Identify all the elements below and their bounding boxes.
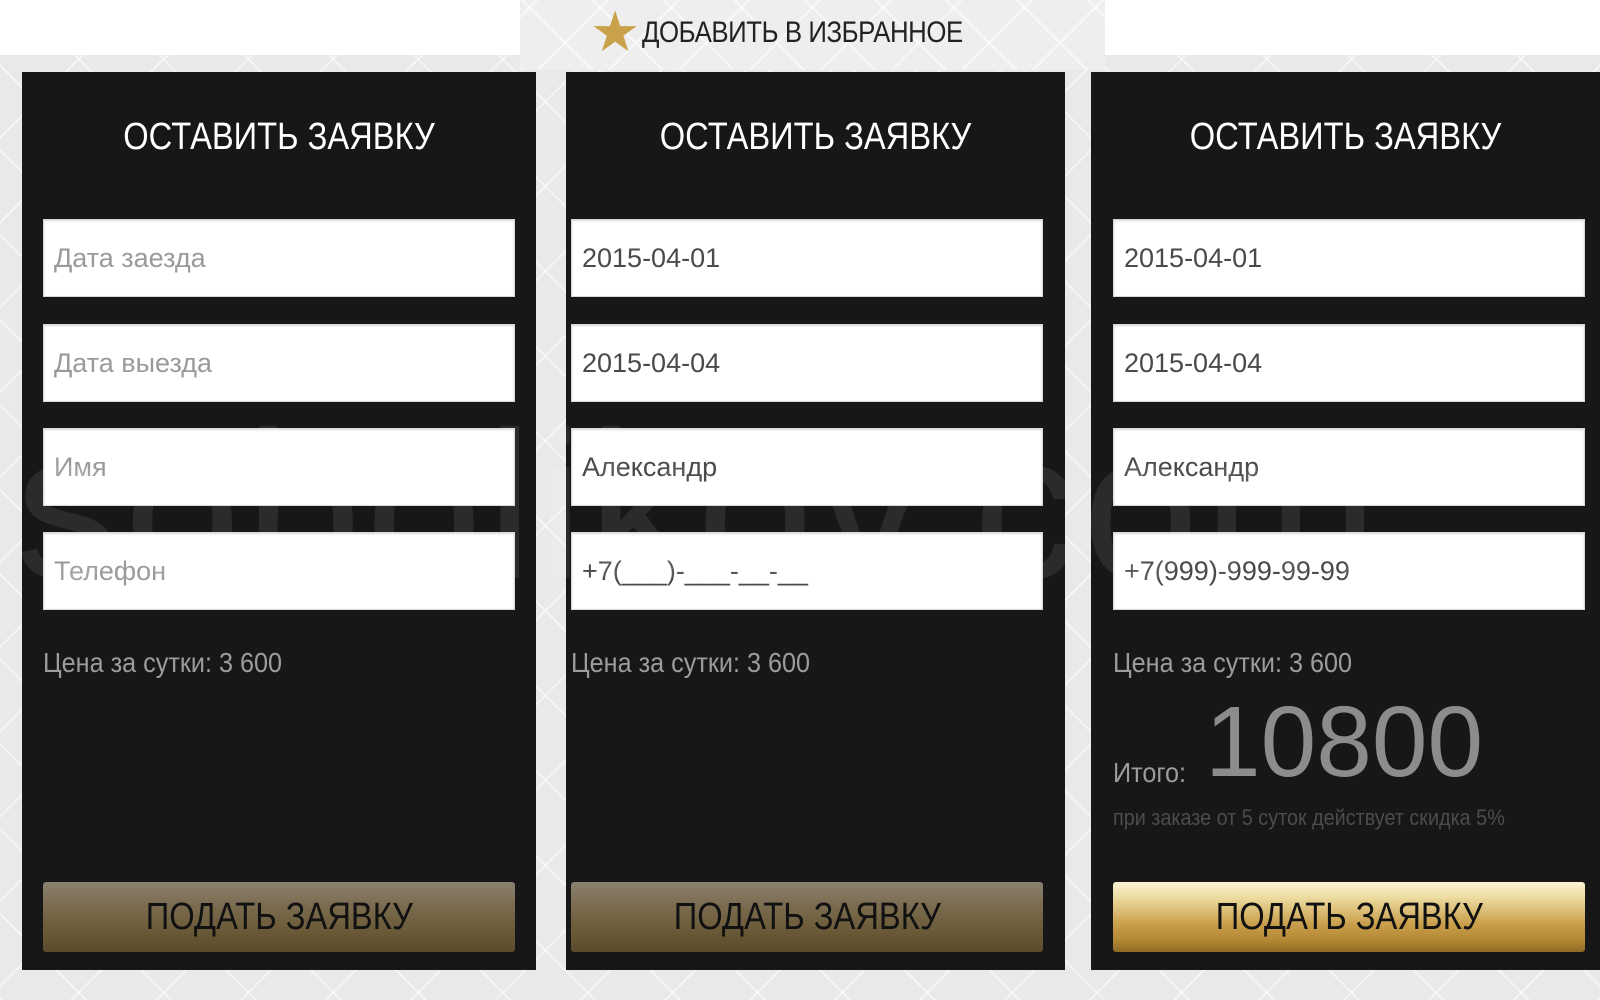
name-field[interactable]: Александр — [571, 428, 1043, 506]
add-to-favorites-link[interactable]: ★ ДОБАВИТЬ В ИЗБРАННОЕ — [590, 4, 1015, 62]
submit-label: ПОДАТЬ ЗАЯВКУ — [145, 895, 413, 938]
phone-field[interactable]: +7(999)-999-99-99 — [1113, 532, 1585, 610]
booking-form-empty: ОСТАВИТЬ ЗАЯВКУ Дата заезда Дата выезда … — [22, 72, 536, 970]
total-label: Итого: — [1113, 757, 1187, 788]
checkin-date-field[interactable]: 2015-04-01 — [571, 219, 1043, 297]
top-strip-left — [0, 0, 520, 55]
phone-field[interactable]: Телефон — [43, 532, 515, 610]
price-per-day: Цена за сутки: 3 600 — [571, 647, 811, 678]
booking-form-complete: ОСТАВИТЬ ЗАЯВКУ 2015-04-01 2015-04-04 Ал… — [1091, 72, 1600, 970]
checkout-date-field[interactable]: 2015-04-04 — [1113, 324, 1585, 402]
checkin-date-field[interactable]: 2015-04-01 — [1113, 219, 1585, 297]
form-title: ОСТАВИТЬ ЗАЯВКУ — [1189, 116, 1502, 158]
submit-request-button[interactable]: ПОДАТЬ ЗАЯВКУ — [43, 882, 515, 952]
submit-label: ПОДАТЬ ЗАЯВКУ — [673, 895, 941, 938]
total-value: 10800 — [1205, 686, 1484, 798]
discount-note: при заказе от 5 суток действует скидка 5… — [1113, 805, 1505, 830]
form-title: ОСТАВИТЬ ЗАЯВКУ — [123, 116, 435, 158]
top-strip-right — [1105, 0, 1600, 55]
checkout-date-field[interactable]: 2015-04-04 — [571, 324, 1043, 402]
add-to-favorites-label: ДОБАВИТЬ В ИЗБРАННОЕ — [642, 16, 963, 49]
submit-request-button[interactable]: ПОДАТЬ ЗАЯВКУ — [1113, 882, 1585, 952]
phone-field[interactable]: +7(___)-___-__-__ — [571, 532, 1043, 610]
form-title: ОСТАВИТЬ ЗАЯВКУ — [659, 116, 972, 158]
checkin-date-field[interactable]: Дата заезда — [43, 219, 515, 297]
name-field[interactable]: Имя — [43, 428, 515, 506]
submit-request-button[interactable]: ПОДАТЬ ЗАЯВКУ — [571, 882, 1043, 952]
submit-label: ПОДАТЬ ЗАЯВКУ — [1215, 895, 1483, 938]
price-per-day: Цена за сутки: 3 600 — [43, 647, 283, 678]
checkout-date-field[interactable]: Дата выезда — [43, 324, 515, 402]
name-field[interactable]: Александр — [1113, 428, 1585, 506]
price-per-day: Цена за сутки: 3 600 — [1113, 647, 1353, 678]
star-icon: ★ — [590, 0, 641, 65]
booking-form-filling: ОСТАВИТЬ ЗАЯВКУ 2015-04-01 2015-04-04 Ал… — [566, 72, 1065, 970]
